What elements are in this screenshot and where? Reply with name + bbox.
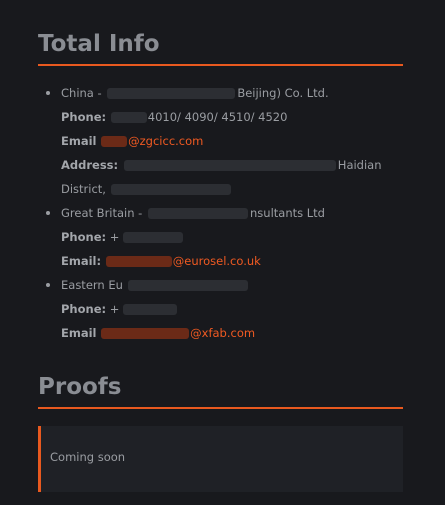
contact-name-prefix: Great Britain - xyxy=(61,206,143,220)
phone-label: Phone xyxy=(61,110,102,124)
phone-label: Phone xyxy=(61,302,102,316)
redacted-block xyxy=(110,184,231,195)
contact-phone: Phone: + xyxy=(61,225,184,249)
contact-email: Email: @eurosel.co.uk xyxy=(61,249,261,273)
address-end: Haidian xyxy=(337,158,382,172)
contact-phone: Phone: + xyxy=(61,297,178,321)
page: Total Info China - Beijing) Co. Ltd. Pho… xyxy=(0,0,445,505)
redacted-block xyxy=(123,160,336,171)
redacted-block xyxy=(101,136,128,147)
redacted-block xyxy=(107,88,236,99)
email-link[interactable]: @zgcicc.com xyxy=(128,134,203,148)
redacted-block xyxy=(123,304,178,315)
contact-name: China - Beijing) Co. Ltd. xyxy=(61,81,329,105)
list-bullet xyxy=(46,211,50,215)
contact-email: Email @zgcicc.com xyxy=(61,129,203,153)
email-link[interactable]: @eurosel.co.uk xyxy=(173,254,261,268)
list-bullet xyxy=(46,91,50,95)
phone-value: + xyxy=(109,230,120,244)
contact-email: Email @xfab.com xyxy=(61,321,255,345)
contact-name-prefix: China - xyxy=(61,86,102,100)
email-label: Email: xyxy=(61,254,102,268)
callout-text: Coming soon xyxy=(50,450,126,464)
total-info-heading: Total Info xyxy=(38,31,160,57)
address-label: Address xyxy=(61,158,114,172)
contact-name: Great Britain - nsultants Ltd xyxy=(61,201,325,225)
proofs-heading: Proofs xyxy=(38,374,122,400)
phone-label: Phone xyxy=(61,230,102,244)
contact-address-line2: District, xyxy=(61,177,231,201)
phone-value: + xyxy=(109,302,120,316)
redacted-block xyxy=(123,232,184,243)
contact-address: Address: Haidian xyxy=(61,158,382,172)
email-label: Email xyxy=(61,134,97,148)
redacted-block xyxy=(110,112,147,123)
contact-name: Eastern Eu xyxy=(61,273,248,297)
redacted-block xyxy=(148,208,248,219)
redacted-block xyxy=(101,328,190,339)
list-bullet xyxy=(46,283,50,287)
phone-value: 4010/ 4090/ 4510/ 4520 xyxy=(147,110,288,124)
contact-name-suffix: nsultants Ltd xyxy=(250,206,325,220)
total-info-rule xyxy=(38,64,403,66)
redacted-block xyxy=(127,280,248,291)
proofs-callout: Coming soon xyxy=(38,426,403,492)
redacted-block xyxy=(105,256,172,267)
email-link[interactable]: @xfab.com xyxy=(190,326,255,340)
contact-name-suffix: Beijing) Co. Ltd. xyxy=(237,86,329,100)
email-label: Email xyxy=(61,326,97,340)
contact-phone: Phone: 4010/ 4090/ 4510/ 4520 xyxy=(61,110,288,124)
proofs-rule xyxy=(38,407,403,409)
address-line2: District, xyxy=(61,182,106,196)
contact-name-prefix: Eastern Eu xyxy=(61,278,123,292)
